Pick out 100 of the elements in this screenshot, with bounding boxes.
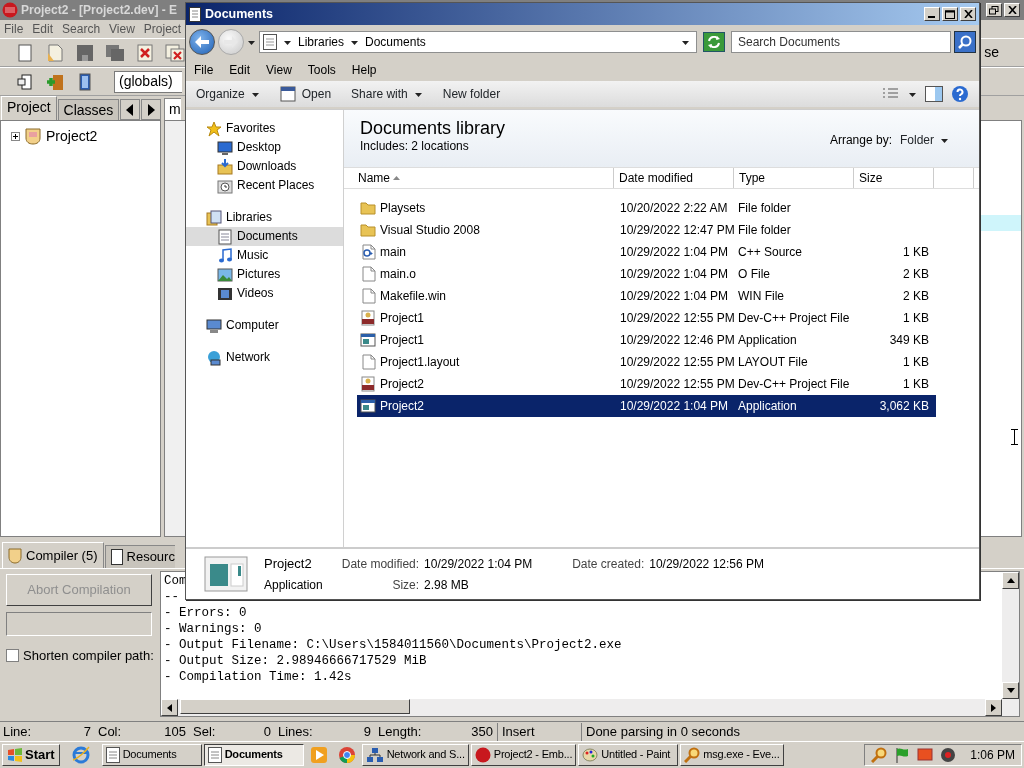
- taskbar-button[interactable]: Network and S...: [361, 744, 469, 766]
- refresh-button[interactable]: [703, 32, 725, 52]
- status-label: Line:: [3, 723, 32, 740]
- menu-item[interactable]: Project: [143, 21, 182, 37]
- horizontal-scrollbar[interactable]: [161, 699, 1019, 716]
- file-row[interactable]: main.o 10/29/2022 1:04 PM O File 2 KB: [357, 263, 936, 285]
- file-name: Project2: [264, 556, 313, 572]
- monitor-icon[interactable]: [917, 747, 933, 763]
- nav-item[interactable]: Downloads: [186, 157, 343, 176]
- scroll-thumb[interactable]: [180, 699, 410, 714]
- toolbar-button[interactable]: New folder: [442, 85, 501, 103]
- breadcrumb-item[interactable]: Libraries: [298, 34, 345, 50]
- file-size: 2 KB: [902, 266, 929, 282]
- class-icon[interactable]: [16, 72, 34, 91]
- tree-item[interactable]: Project2: [46, 127, 98, 145]
- panel-tab[interactable]: Project: [1, 96, 57, 120]
- source-file-icon: [360, 244, 376, 260]
- maximize-button[interactable]: [942, 7, 958, 21]
- column-header[interactable]: Date modified: [614, 168, 734, 188]
- speaker-icon[interactable]: [940, 747, 956, 763]
- caret-icon[interactable]: [908, 90, 917, 98]
- menu-item[interactable]: Edit: [229, 62, 251, 78]
- flag-icon[interactable]: [894, 747, 910, 763]
- file-row[interactable]: Project2 10/29/2022 1:04 PM Application 3,062 KB: [357, 395, 936, 417]
- nav-item[interactable]: Desktop: [186, 138, 343, 157]
- close-button[interactable]: [960, 7, 976, 21]
- menu-item[interactable]: View: [266, 62, 292, 78]
- close-icon: [963, 10, 973, 18]
- address-dropdown-icon[interactable]: [681, 38, 690, 46]
- file-row[interactable]: Visual Studio 2008 10/29/2022 12:47 PM File folder: [357, 219, 936, 241]
- restore-button[interactable]: [986, 3, 1002, 17]
- taskbar-button[interactable]: Documents: [203, 744, 304, 766]
- column-header[interactable]: Name: [344, 168, 614, 188]
- nav-item[interactable]: Videos: [186, 284, 343, 303]
- nav-item[interactable]: Music: [186, 246, 343, 265]
- menu-item[interactable]: File: [4, 21, 24, 37]
- save-all-icon[interactable]: [105, 43, 125, 62]
- column-header[interactable]: Type: [734, 168, 854, 188]
- expand-icon[interactable]: [11, 131, 20, 141]
- address-bar[interactable]: Libraries Documents: [259, 31, 697, 53]
- toolbar-button[interactable]: Organize: [196, 85, 260, 103]
- search-button[interactable]: [954, 31, 976, 53]
- close-file-icon[interactable]: [136, 43, 154, 62]
- panel-tab[interactable]: Classes: [57, 99, 120, 120]
- back-button[interactable]: [189, 29, 215, 55]
- magnifier-icon[interactable]: [871, 747, 887, 763]
- save-icon[interactable]: [76, 43, 94, 62]
- file-row[interactable]: Project2 10/29/2022 12:55 PM Dev-C++ Project File 1 KB: [357, 373, 936, 395]
- close-all-icon[interactable]: [165, 43, 185, 62]
- menu-item[interactable]: Help: [351, 62, 377, 78]
- preview-pane-icon[interactable]: [925, 86, 943, 102]
- compiler-tab[interactable]: Compiler (5): [2, 542, 104, 568]
- menu-item[interactable]: View: [109, 21, 135, 37]
- scroll-left-button[interactable]: [120, 99, 141, 120]
- nav-item[interactable]: Documents: [186, 227, 343, 246]
- file-row[interactable]: Project1 10/29/2022 12:46 PM Application 349 KB: [357, 329, 936, 351]
- column-header[interactable]: Size: [854, 168, 934, 188]
- arrange-dropdown[interactable]: Folder: [900, 131, 949, 149]
- taskbar-button[interactable]: msg.exe - Eve...: [680, 744, 784, 766]
- file-name: Project2: [380, 376, 425, 392]
- checkbox[interactable]: [6, 649, 19, 663]
- vertical-scrollbar[interactable]: [1002, 572, 1019, 699]
- file-row[interactable]: Makefile.win 10/29/2022 1:04 PM WIN File 2 KB: [357, 285, 936, 307]
- help-icon[interactable]: [951, 85, 969, 103]
- menu-item[interactable]: Search: [62, 21, 101, 37]
- minimize-button[interactable]: [924, 7, 940, 21]
- toolbar-button[interactable]: Open: [279, 85, 332, 103]
- application-icon: [360, 332, 376, 348]
- taskbar-button[interactable]: Project2 - Emb...: [470, 744, 577, 766]
- breadcrumb-item[interactable]: Documents: [365, 34, 426, 50]
- nav-item[interactable]: Recent Places: [186, 176, 343, 195]
- search-field[interactable]: Search Documents: [731, 31, 951, 53]
- nav-item[interactable]: Pictures: [186, 265, 343, 284]
- chrome-icon[interactable]: [337, 746, 356, 764]
- file-row[interactable]: Project1 10/29/2022 12:55 PM Dev-C++ Project File 1 KB: [357, 307, 936, 329]
- nav-item[interactable]: Favorites: [186, 119, 343, 138]
- file-row[interactable]: main 10/29/2022 1:04 PM C++ Source 1 KB: [357, 241, 936, 263]
- nav-item[interactable]: Computer: [186, 316, 343, 335]
- editor-tab[interactable]: m: [164, 98, 181, 120]
- new-file-icon[interactable]: [17, 43, 33, 62]
- menu-item[interactable]: Tools: [307, 62, 336, 78]
- scope-dropdown[interactable]: (globals): [114, 70, 182, 93]
- start-button[interactable]: Start: [2, 744, 60, 766]
- paint-palette-icon: [582, 747, 599, 763]
- nav-item[interactable]: Libraries: [186, 208, 343, 227]
- file-row[interactable]: Project1.layout 10/29/2022 12:55 PM LAYOUT File 1 KB: [357, 351, 936, 373]
- nav-item[interactable]: Network: [186, 348, 343, 367]
- browser-icon[interactable]: [71, 746, 90, 764]
- file-row[interactable]: Playsets 10/20/2022 2:22 AM File folder: [357, 197, 936, 219]
- scroll-right-button[interactable]: [141, 99, 161, 120]
- menu-item[interactable]: File: [194, 62, 214, 78]
- bookmark-icon[interactable]: [78, 72, 92, 91]
- taskbar-button[interactable]: Documents: [101, 744, 202, 766]
- menu-item[interactable]: Edit: [32, 21, 54, 37]
- toolbar-button[interactable]: Share with: [351, 85, 423, 103]
- taskbar-button[interactable]: Untitled - Paint: [578, 744, 679, 766]
- history-dropdown-icon[interactable]: [247, 38, 256, 46]
- back-arrow-icon: [195, 36, 209, 48]
- close-button[interactable]: [1004, 3, 1020, 17]
- compiler-tab[interactable]: Resourc: [104, 545, 175, 568]
